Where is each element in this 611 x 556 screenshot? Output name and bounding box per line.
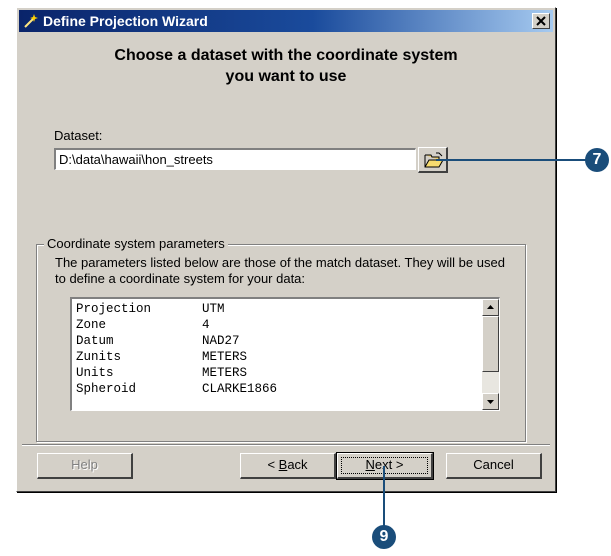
parameter-value: METERS bbox=[202, 350, 248, 364]
parameter-row: Units METERS bbox=[74, 365, 277, 381]
callout-leader-7 bbox=[436, 159, 588, 161]
next-button[interactable]: Next > bbox=[336, 452, 434, 480]
vertical-scrollbar[interactable] bbox=[482, 299, 499, 410]
parameter-name: Spheroid bbox=[76, 382, 137, 396]
callout-leader-9 bbox=[383, 466, 385, 526]
parameter-value: METERS bbox=[202, 366, 248, 380]
cancel-button-label: Cancel bbox=[473, 457, 514, 472]
window-title: Define Projection Wizard bbox=[43, 13, 208, 29]
parameter-name: Units bbox=[76, 366, 114, 380]
parameter-row: Spheroid CLARKE1866 bbox=[74, 381, 277, 397]
parameters-table: Projection UTM Zone 4 Datum NAD27 Zunits… bbox=[74, 301, 277, 397]
wizard-wand-icon bbox=[24, 14, 38, 28]
parameters-listbox[interactable]: Projection UTM Zone 4 Datum NAD27 Zunits… bbox=[70, 297, 500, 411]
parameter-name: Projection bbox=[76, 302, 152, 316]
parameter-value: NAD27 bbox=[202, 334, 240, 348]
cancel-button[interactable]: Cancel bbox=[446, 453, 542, 479]
parameter-value: CLARKE1866 bbox=[202, 382, 278, 396]
dataset-input[interactable] bbox=[54, 148, 416, 170]
parameter-name: Zunits bbox=[76, 350, 122, 364]
heading-line-1: Choose a dataset with the coordinate sys… bbox=[114, 47, 458, 64]
parameter-value: UTM bbox=[202, 302, 225, 316]
callout-badge-7: 7 bbox=[585, 148, 609, 172]
parameter-row: Projection UTM bbox=[74, 301, 277, 317]
close-button[interactable] bbox=[532, 13, 550, 29]
arrow-up-icon bbox=[487, 305, 494, 309]
title-bar[interactable]: Define Projection Wizard bbox=[19, 10, 553, 32]
back-button[interactable]: < Back bbox=[240, 453, 336, 479]
scroll-up-button[interactable] bbox=[482, 299, 499, 316]
close-icon bbox=[536, 16, 546, 26]
back-prefix: < bbox=[267, 457, 279, 472]
parameter-name: Datum bbox=[76, 334, 114, 348]
parameter-row: Zunits METERS bbox=[74, 349, 277, 365]
page-heading: Choose a dataset with the coordinate sys… bbox=[16, 45, 556, 87]
help-button[interactable]: Help bbox=[37, 453, 133, 479]
dataset-label: Dataset: bbox=[54, 128, 103, 143]
scroll-down-button[interactable] bbox=[482, 393, 499, 410]
parameter-name: Zone bbox=[76, 318, 107, 332]
groupbox-legend: Coordinate system parameters bbox=[44, 236, 228, 251]
help-button-label: Help bbox=[71, 457, 98, 472]
parameter-row: Datum NAD27 bbox=[74, 333, 277, 349]
groupbox-description: The parameters listed below are those of… bbox=[55, 255, 505, 286]
button-separator bbox=[22, 444, 550, 446]
arrow-down-icon bbox=[487, 400, 494, 404]
parameter-row: Zone 4 bbox=[74, 317, 277, 333]
back-rest: ack bbox=[287, 457, 308, 472]
heading-line-2: you want to use bbox=[225, 68, 347, 85]
callout-badge-9: 9 bbox=[372, 525, 396, 549]
parameter-value: 4 bbox=[202, 318, 210, 332]
scroll-thumb[interactable] bbox=[482, 316, 499, 372]
